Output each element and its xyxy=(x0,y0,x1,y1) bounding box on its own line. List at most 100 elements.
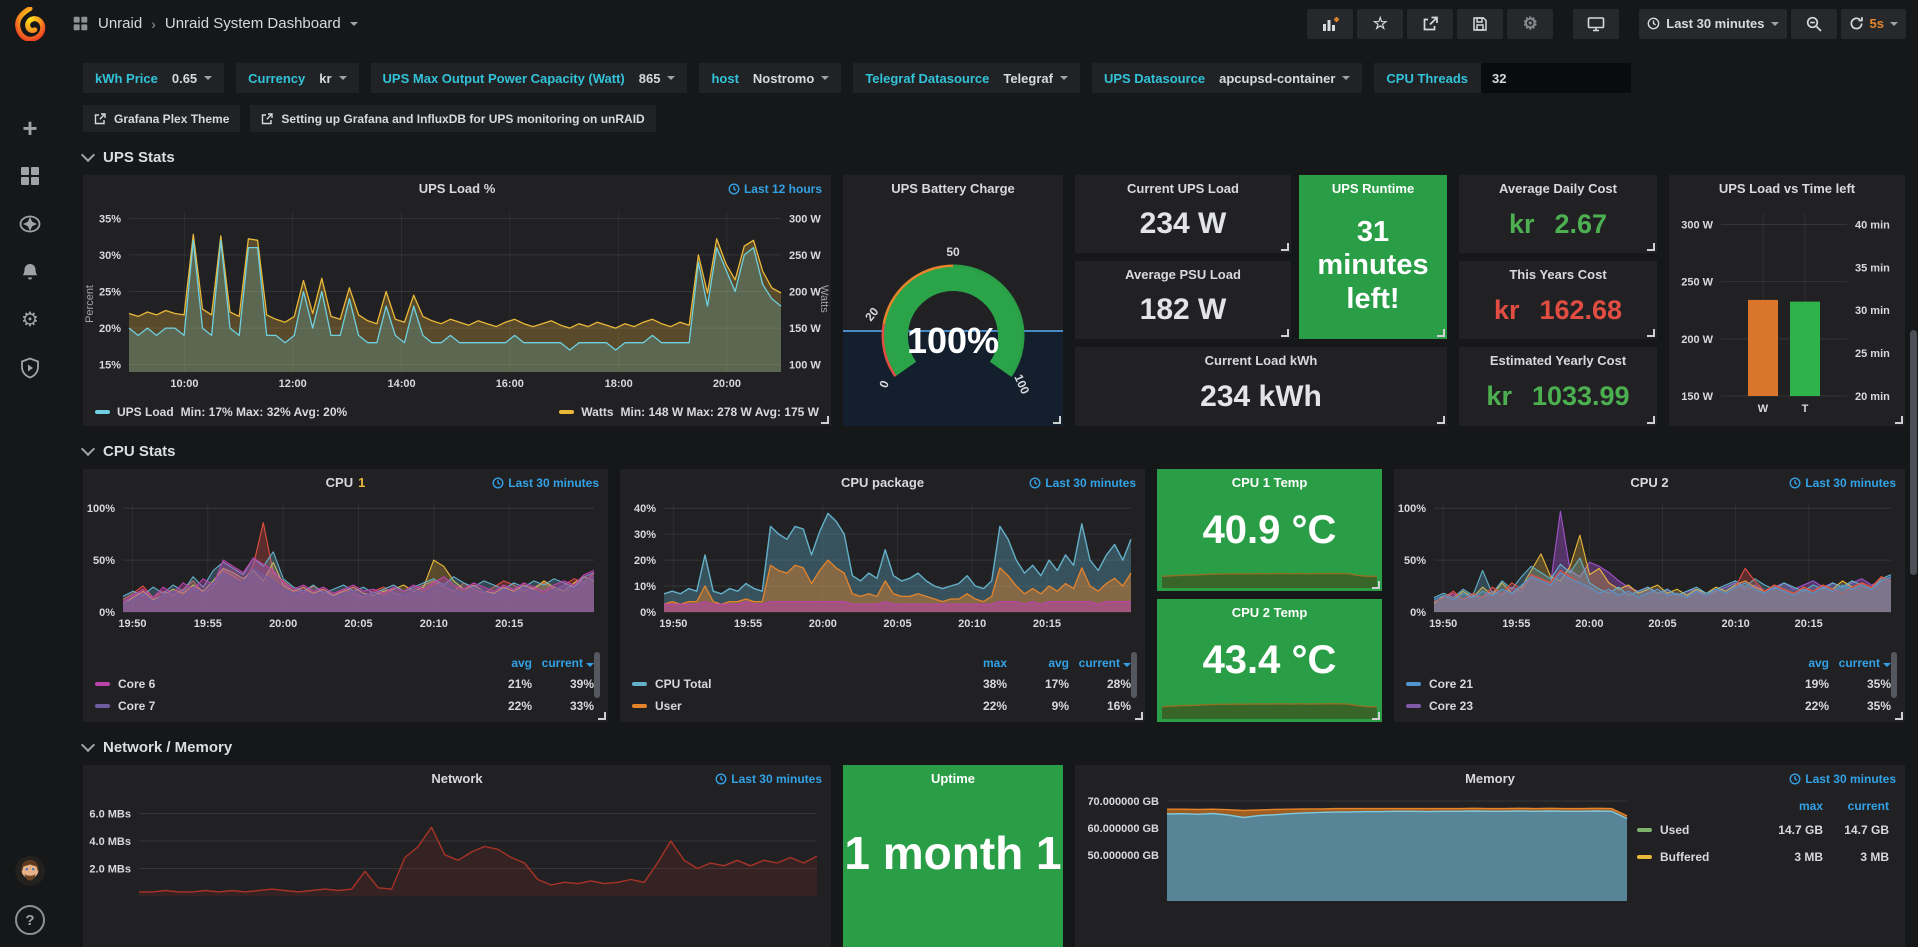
ups-load-chart[interactable]: 10:0012:0014:0016:0018:0020:0035%30%25%2… xyxy=(83,201,831,394)
memory-chart[interactable]: 70.000000 GB60.000000 GB50.000000 GB xyxy=(1075,791,1635,911)
sidebar-item-configuration[interactable]: ⚙ xyxy=(0,296,60,344)
sidebar-item-server-admin[interactable] xyxy=(0,344,60,392)
panel-title[interactable]: UPS Battery Charge xyxy=(843,175,1063,201)
network-chart[interactable]: 6.0 MBs4.0 MBs2.0 MBs xyxy=(83,791,831,901)
save-button[interactable] xyxy=(1457,9,1503,39)
panel-title[interactable]: Estimated Yearly Cost xyxy=(1459,347,1657,373)
page-scrollbar[interactable] xyxy=(1910,330,1917,575)
panel-title[interactable]: Average PSU Load xyxy=(1075,261,1291,287)
section-cpu-stats[interactable]: CPU Stats xyxy=(83,443,1905,460)
panel-title[interactable]: Memory xyxy=(1075,765,1905,791)
section-network-memory[interactable]: Network / Memory xyxy=(83,739,1905,756)
variable-kwh-price[interactable]: kWh Price 0.65 xyxy=(83,63,224,93)
star-button[interactable]: ☆ xyxy=(1357,9,1403,39)
legend-item-ups-load[interactable]: UPS Load Min: 17% Max: 32% Avg: 20% xyxy=(95,405,347,419)
cpu2-chart[interactable]: 19:5019:5520:0020:0520:1020:15100%50%0% xyxy=(1394,495,1905,634)
share-button[interactable] xyxy=(1407,9,1453,39)
legend-series-core7[interactable]: Core 7 xyxy=(95,699,470,713)
variable-telegraf-datasource[interactable]: Telegraf Datasource Telegraf xyxy=(853,63,1080,93)
tv-mode-button[interactable] xyxy=(1573,9,1619,39)
chevron-down-icon[interactable] xyxy=(1890,22,1898,26)
save-icon xyxy=(1472,16,1488,32)
legend-scrollbar[interactable] xyxy=(1891,652,1897,698)
svg-text:250 W: 250 W xyxy=(1681,277,1713,289)
legend-series-used[interactable]: Used xyxy=(1637,823,1757,837)
variable-ups-max-output[interactable]: UPS Max Output Power Capacity (Watt) 865 xyxy=(371,63,688,93)
variable-value-dropdown[interactable]: 0.65 xyxy=(172,71,212,86)
legend-series-buffered[interactable]: Buffered xyxy=(1637,850,1757,864)
legend-row: Used 14.7 GB 14.7 GB xyxy=(1637,816,1889,843)
sidebar-item-create[interactable]: + xyxy=(0,104,60,152)
grafana-logo[interactable] xyxy=(0,0,60,47)
variable-value-dropdown[interactable]: apcupsd-container xyxy=(1219,71,1350,86)
variable-value-dropdown[interactable]: Telegraf xyxy=(1003,71,1068,86)
variable-host[interactable]: host Nostromo xyxy=(699,63,841,93)
help-button[interactable]: ? xyxy=(15,905,45,935)
legend-scrollbar[interactable] xyxy=(1131,652,1137,698)
variable-value-dropdown[interactable]: kr xyxy=(319,71,346,86)
chevron-down-icon[interactable] xyxy=(350,22,358,26)
refresh-button[interactable]: 5s xyxy=(1841,9,1906,39)
legend-column-current[interactable]: current xyxy=(1823,799,1889,813)
variable-ups-datasource[interactable]: UPS Datasource apcupsd-container xyxy=(1092,63,1362,93)
panel-title[interactable]: UPS Runtime xyxy=(1299,175,1447,201)
legend-series-cpu-total[interactable]: CPU Total xyxy=(632,677,945,691)
legend-series-core6[interactable]: Core 6 xyxy=(95,677,470,691)
panel-title[interactable]: Average Daily Cost xyxy=(1459,175,1657,201)
svg-text:20: 20 xyxy=(862,304,881,323)
panel-title[interactable]: Uptime xyxy=(843,765,1063,791)
link-label: Grafana Plex Theme xyxy=(114,112,229,126)
legend-column-current[interactable]: current xyxy=(1069,656,1131,670)
section-ups-stats[interactable]: UPS Stats xyxy=(83,149,1905,166)
legend-column-current[interactable]: current xyxy=(532,656,594,670)
legend-series-core21[interactable]: Core 21 xyxy=(1406,677,1767,691)
monitor-icon xyxy=(1587,16,1605,32)
legend-column-avg[interactable]: avg xyxy=(1767,656,1829,670)
zoom-out-button[interactable] xyxy=(1791,9,1837,39)
panel-title[interactable]: This Years Cost xyxy=(1459,261,1657,287)
legend-series-core23[interactable]: Core 23 xyxy=(1406,699,1767,713)
section-title: UPS Stats xyxy=(103,149,175,166)
load-vs-time-chart[interactable]: 300 W250 W200 W150 W40 min35 min30 min25… xyxy=(1669,201,1905,420)
legend-row: Core 6 21% 39% xyxy=(95,673,594,695)
legend-column-avg[interactable]: avg xyxy=(1007,656,1069,670)
cpu1-chart[interactable]: 19:5019:5520:0020:0520:1020:15100%50%0% xyxy=(83,495,608,634)
page-title[interactable]: Unraid System Dashboard xyxy=(165,15,341,32)
link-ups-monitoring-guide[interactable]: Setting up Grafana and InfluxDB for UPS … xyxy=(250,105,655,132)
legend-column-max[interactable]: max xyxy=(1757,799,1823,813)
svg-text:150 W: 150 W xyxy=(1681,391,1713,403)
svg-text:18:00: 18:00 xyxy=(605,378,633,390)
series-marker xyxy=(95,704,110,708)
panel-title[interactable]: UPS Load % xyxy=(83,175,831,201)
sidebar-item-explore[interactable] xyxy=(0,200,60,248)
breadcrumb-root[interactable]: Unraid xyxy=(98,15,142,32)
sidebar-item-dashboards[interactable] xyxy=(0,152,60,200)
legend-column-avg[interactable]: avg xyxy=(470,656,532,670)
panel-title[interactable]: CPU 1 Temp xyxy=(1157,469,1382,495)
cpu-package-chart[interactable]: 19:5019:5520:0020:0520:1020:1540%30%20%1… xyxy=(620,495,1145,634)
panel-title[interactable]: CPU 2 Temp xyxy=(1157,599,1382,625)
legend-item-watts[interactable]: Watts Min: 148 W Max: 278 W Avg: 175 W xyxy=(559,405,819,419)
legend-column-current[interactable]: current xyxy=(1829,656,1891,670)
legend-column-max[interactable]: max xyxy=(945,656,1007,670)
link-grafana-plex-theme[interactable]: Grafana Plex Theme xyxy=(83,105,240,132)
panel-title[interactable]: Current UPS Load xyxy=(1075,175,1291,201)
sidebar-item-alerting[interactable] xyxy=(0,248,60,296)
variable-value-dropdown[interactable]: Nostromo xyxy=(753,71,829,86)
legend-series-user[interactable]: User xyxy=(632,699,945,713)
settings-button[interactable]: ⚙ xyxy=(1507,9,1553,39)
variable-currency[interactable]: Currency kr xyxy=(236,63,358,93)
add-panel-button[interactable] xyxy=(1307,9,1353,39)
variable-value-dropdown[interactable]: 865 xyxy=(639,71,676,86)
time-range-picker[interactable]: Last 30 minutes xyxy=(1639,9,1786,39)
svg-text:60.000000 GB: 60.000000 GB xyxy=(1087,823,1159,835)
user-avatar[interactable] xyxy=(15,856,45,891)
panel-title[interactable]: Current Load kWh xyxy=(1075,347,1447,373)
refresh-interval-label[interactable]: 5s xyxy=(1870,16,1884,31)
svg-text:35%: 35% xyxy=(99,213,121,225)
panel-cpu1: CPU1 Last 30 minutes 19:5019:5520:0020:0… xyxy=(83,469,608,722)
battery-gauge[interactable]: 02050100100% xyxy=(843,201,1063,426)
panel-title[interactable]: UPS Load vs Time left xyxy=(1669,175,1905,201)
legend-scrollbar[interactable] xyxy=(594,652,600,698)
cpu-threads-input[interactable]: 32 xyxy=(1481,63,1631,93)
